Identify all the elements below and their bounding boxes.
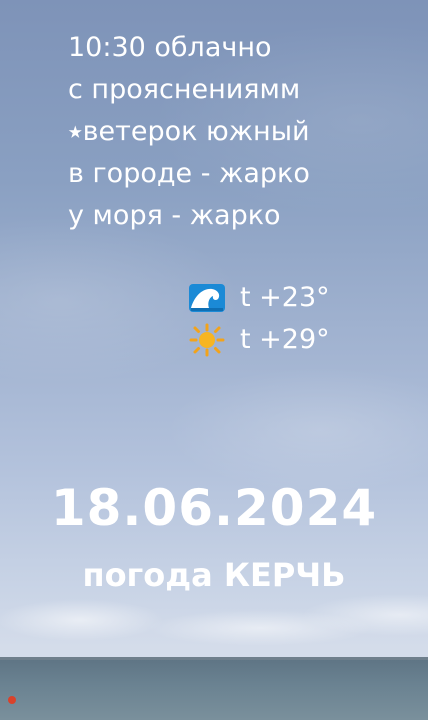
forecast-line-clouds: с прояснениямм <box>68 74 301 105</box>
weather-photo-card: 10:30 облачно с прояснениямм ⭑ветерок юж… <box>0 0 428 720</box>
location-subtitle: погода КЕРЧЬ <box>82 556 346 594</box>
sun-icon <box>188 323 228 357</box>
forecast-line-city: в городе - жарко <box>68 158 310 189</box>
forecast-line-sea: у моря - жарко <box>68 200 281 231</box>
sea-temperature: t +23° <box>240 282 330 313</box>
wave-icon <box>188 281 228 315</box>
buoy <box>8 696 16 704</box>
date-heading: 18.06.2024 <box>50 479 378 537</box>
sea-temperature-row: t +23° <box>188 281 330 315</box>
forecast-line-time: 10:30 облачно <box>68 32 272 63</box>
sea <box>0 660 428 720</box>
city-temperature: t +29° <box>240 324 330 355</box>
city-temperature-row: t +29° <box>188 323 330 357</box>
forecast-line-wind: ⭑ветерок южный <box>68 116 310 147</box>
